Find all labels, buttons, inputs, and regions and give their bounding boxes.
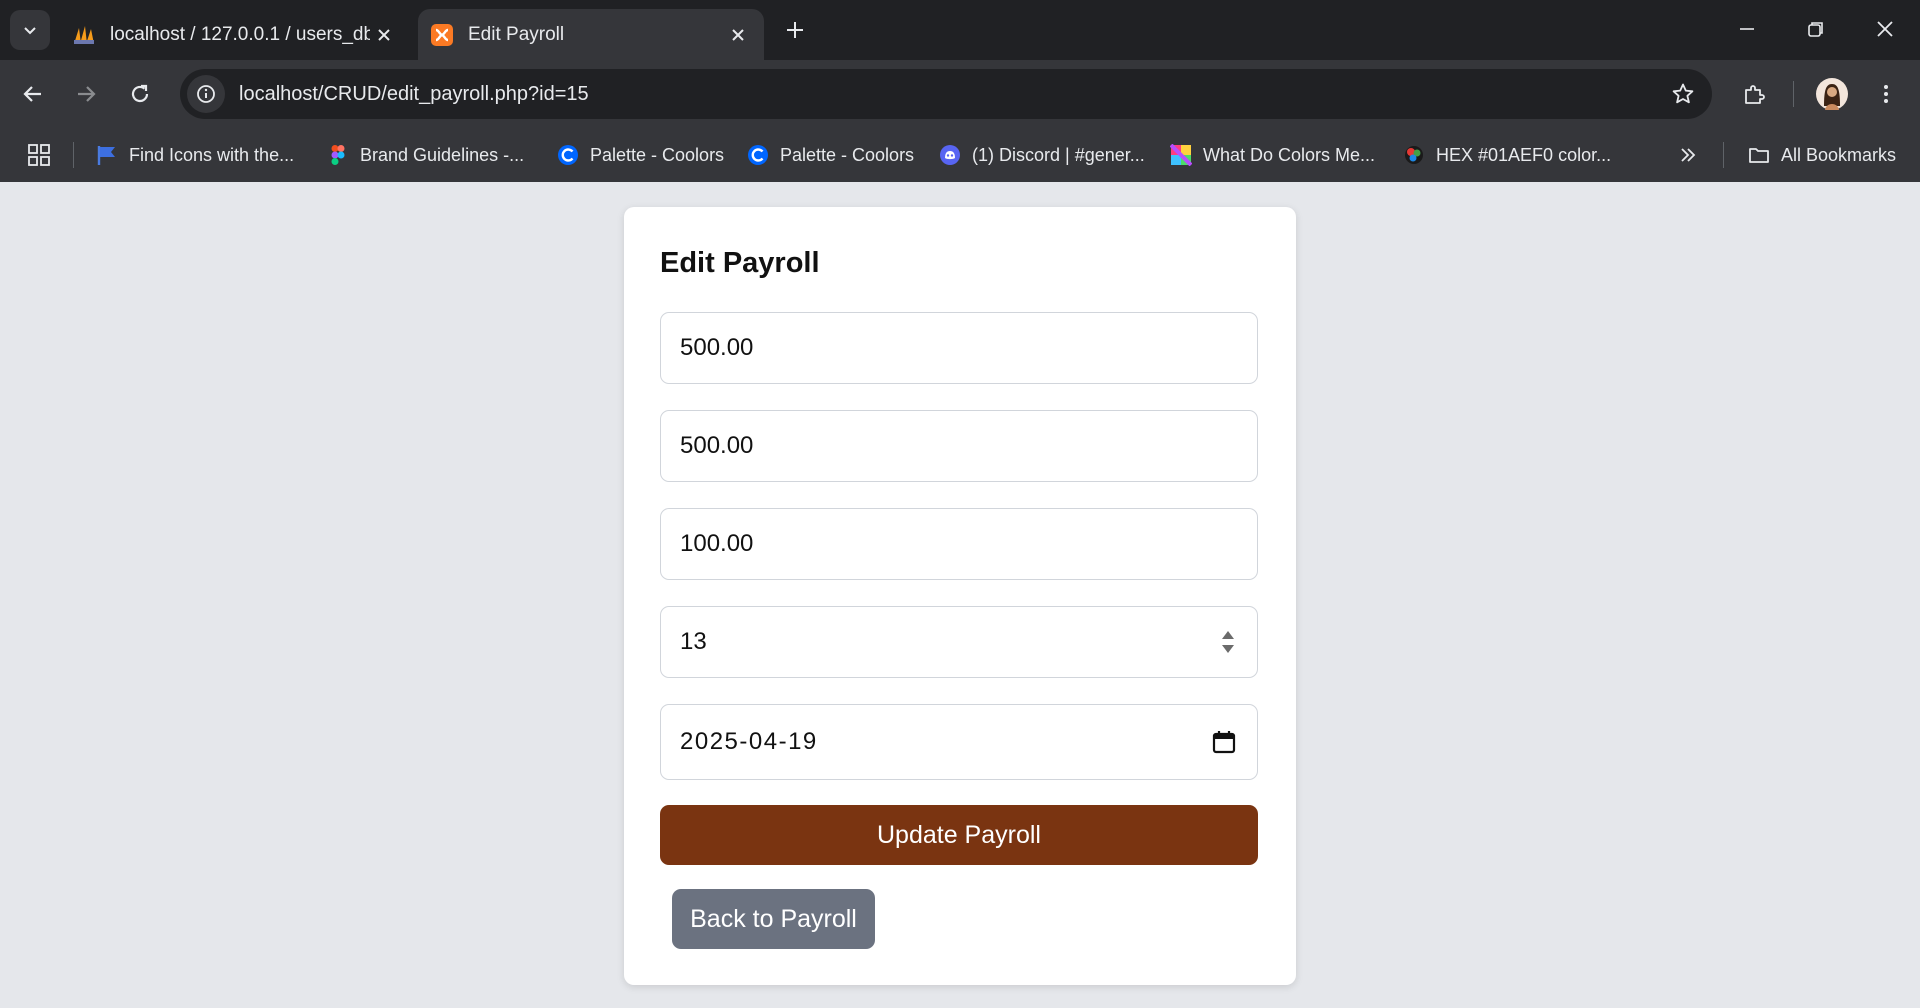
bookmark-item[interactable]: Palette - Coolors [747,140,914,170]
triangle-down-icon[interactable] [1222,645,1234,653]
payment-date-input[interactable]: 2025-04-19 [660,704,1258,780]
edit-payroll-card: Edit Payroll 500.00 500.00 100.00 13 202… [624,207,1296,985]
bookmark-label: Brand Guidelines -... [360,144,525,165]
close-icon [1877,21,1893,37]
arrow-left-icon [23,86,41,102]
bookmarks-divider [73,142,74,168]
forward-button[interactable] [66,74,106,114]
bookmark-star-button[interactable] [1668,79,1698,109]
close-icon [378,28,390,41]
menu-button[interactable] [1866,74,1906,114]
all-bookmarks-button[interactable]: All Bookmarks [1748,140,1896,170]
star-icon [1672,83,1694,104]
bookmark-label: What Do Colors Me... [1203,144,1376,165]
tab-strip: localhost / 127.0.0.1 / users_db Edit Pa… [0,0,1920,60]
address-url[interactable]: localhost/CRUD/edit_payroll.php?id=15 [239,83,589,106]
flag-icon [97,146,115,165]
bookmark-item[interactable]: Palette - Coolors [557,140,724,170]
all-bookmarks-label: All Bookmarks [1781,144,1897,165]
tab-phpmyadmin[interactable]: localhost / 127.0.0.1 / users_db [60,9,410,60]
chevron-down-icon [24,27,36,35]
bookmarks-bar: Find Icons with the... Brand Guidelines … [0,128,1920,182]
chevron-double-right-icon [1681,148,1696,162]
back-button[interactable] [13,74,53,114]
info-icon [197,85,215,103]
update-payroll-button[interactable]: Update Payroll [660,805,1258,865]
restore-icon [1808,22,1823,37]
xampp-icon [431,23,453,46]
reload-icon [131,84,149,103]
plus-icon [787,22,803,38]
allowance-input[interactable]: 500.00 [660,410,1258,482]
more-bookmarks-button[interactable] [1678,140,1698,170]
close-window-button[interactable] [1858,8,1912,50]
bookmarks-divider [1723,142,1724,168]
bookmark-item[interactable]: Brand Guidelines -... [327,140,524,170]
minimize-icon [1740,28,1754,30]
more-vertical-icon [1884,85,1888,103]
colorball-icon [1405,146,1423,164]
bookmark-item[interactable]: HEX #01AEF0 color... [1403,140,1611,170]
field-value: 100.00 [680,530,754,557]
field-value: 500.00 [680,334,754,361]
coolors-icon [748,145,768,165]
folder-icon [1749,148,1769,163]
field-value: 500.00 [680,432,754,459]
browser-chrome: localhost / 127.0.0.1 / users_db Edit Pa… [0,0,1920,182]
extensions-button[interactable] [1734,74,1774,114]
basic-salary-input[interactable]: 500.00 [660,312,1258,384]
apps-button[interactable] [27,140,51,170]
close-tab-button[interactable] [724,21,752,49]
reload-button[interactable] [120,74,160,114]
minimize-button[interactable] [1720,8,1774,50]
employee-id-number-input[interactable]: 13 [660,606,1258,678]
tab-title: localhost / 127.0.0.1 / users_db [110,23,370,45]
apps-grid-icon [28,144,50,166]
page-title: Edit Payroll [660,247,820,279]
address-bar[interactable]: localhost/CRUD/edit_payroll.php?id=15 [180,69,1712,119]
new-tab-button[interactable] [778,13,812,47]
figma-icon [331,145,345,165]
coolors-icon [558,145,578,165]
close-tab-button[interactable] [370,21,398,49]
toolbar-divider [1793,81,1794,107]
arrow-right-icon [78,86,96,102]
phpmyadmin-icon [74,25,94,44]
bookmark-label: Palette - Coolors [590,144,725,165]
discord-icon [940,145,960,165]
bookmark-item[interactable]: Find Icons with the... [96,140,294,170]
bookmark-label: (1) Discord | #gener... [972,144,1145,165]
deduction-input[interactable]: 100.00 [660,508,1258,580]
bookmark-label: HEX #01AEF0 color... [1436,144,1612,165]
tab-title: Edit Payroll [468,23,565,45]
field-value: 13 [680,628,707,655]
avatar-icon [1816,78,1848,110]
puzzle-icon [1745,85,1765,104]
colorwheel-icon [1170,144,1192,166]
bookmark-label: Find Icons with the... [129,144,295,165]
calendar-icon[interactable] [1211,729,1237,755]
profile-avatar-button[interactable] [1812,74,1852,114]
close-icon [732,28,744,41]
bookmark-item[interactable]: What Do Colors Me... [1170,140,1375,170]
back-to-payroll-button[interactable]: Back to Payroll [672,889,875,949]
browser-toolbar: localhost/CRUD/edit_payroll.php?id=15 [0,60,1920,128]
bookmark-label: Palette - Coolors [780,144,915,165]
field-value: 2025-04-19 [680,728,818,755]
number-spinner[interactable] [1219,624,1237,660]
tab-search-button[interactable] [10,10,50,50]
tab-edit-payroll[interactable]: Edit Payroll [418,9,764,60]
bookmark-item[interactable]: (1) Discord | #gener... [939,140,1145,170]
site-info-button[interactable] [187,75,225,113]
restore-button[interactable] [1789,8,1843,50]
triangle-up-icon[interactable] [1222,631,1234,639]
